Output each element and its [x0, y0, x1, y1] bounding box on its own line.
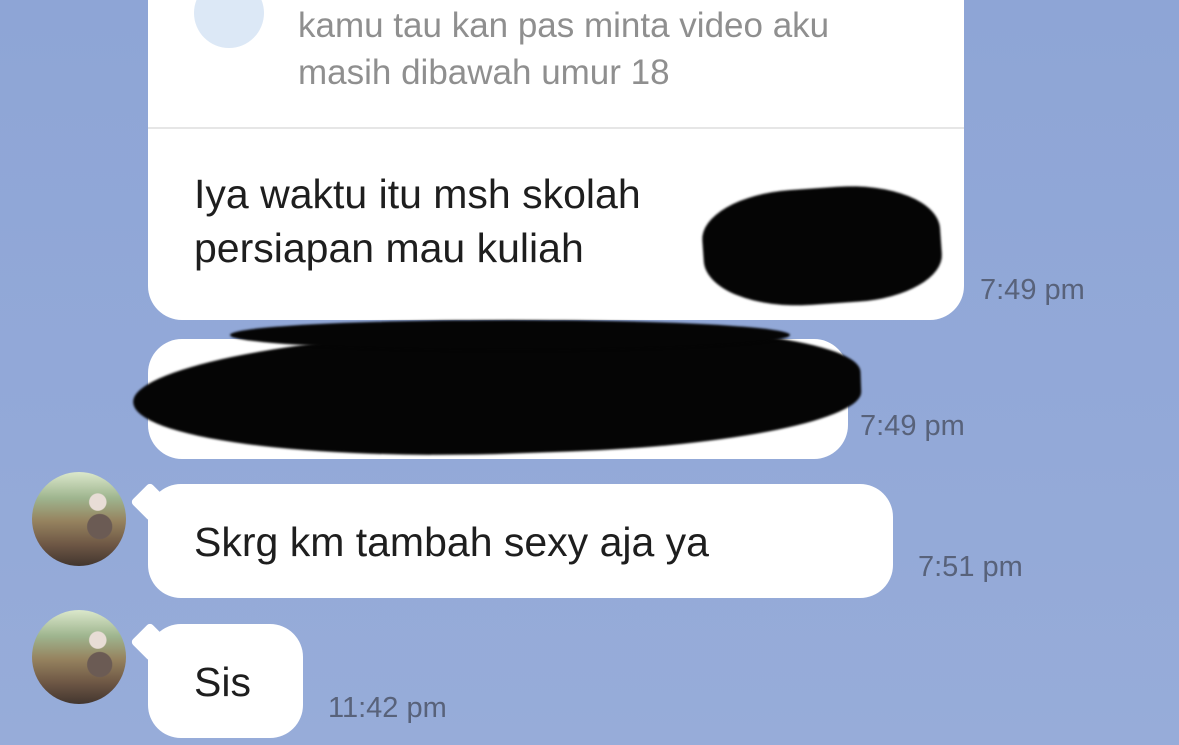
redaction-mark: [230, 320, 790, 350]
incoming-message-text: Skrg km tambah sexy aja ya: [194, 519, 709, 565]
quote-divider: [148, 127, 964, 129]
quoted-message-text: kamu tau kan pas minta video aku masih d…: [298, 6, 830, 92]
message-timestamp: 7:49 pm: [980, 274, 1085, 306]
quoted-message-icon: [194, 0, 264, 48]
contact-avatar[interactable]: [32, 610, 126, 704]
contact-avatar[interactable]: [32, 472, 126, 566]
chat-thread[interactable]: kamu tau kan pas minta video aku masih d…: [0, 0, 1179, 745]
incoming-message-text: Sis: [194, 659, 251, 705]
incoming-message-bubble[interactable]: Sis: [148, 624, 303, 738]
message-timestamp: 7:51 pm: [918, 551, 1023, 583]
incoming-message-bubble[interactable]: Skrg km tambah sexy aja ya: [148, 484, 893, 598]
message-timestamp: 11:42 pm: [328, 692, 447, 724]
message-timestamp: 7:49 pm: [860, 410, 965, 442]
